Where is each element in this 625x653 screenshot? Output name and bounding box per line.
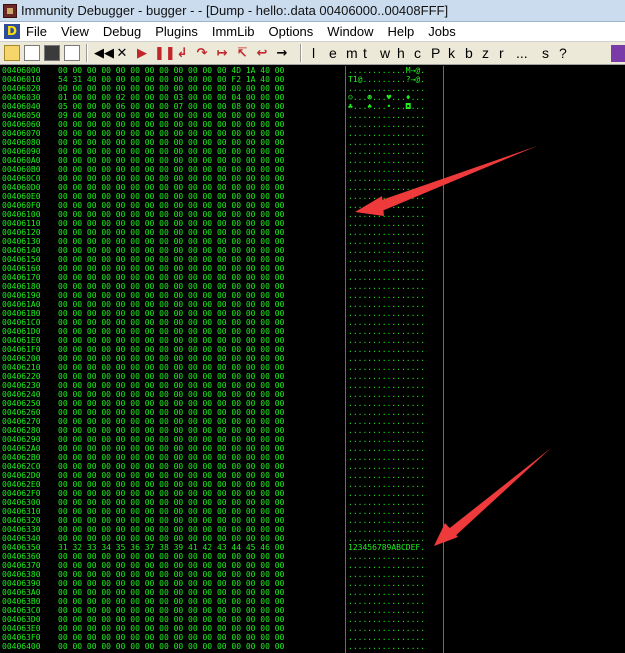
- arrow-lower: [434, 448, 551, 546]
- arrow-upper: [355, 146, 537, 216]
- annotation-arrows: [355, 146, 551, 546]
